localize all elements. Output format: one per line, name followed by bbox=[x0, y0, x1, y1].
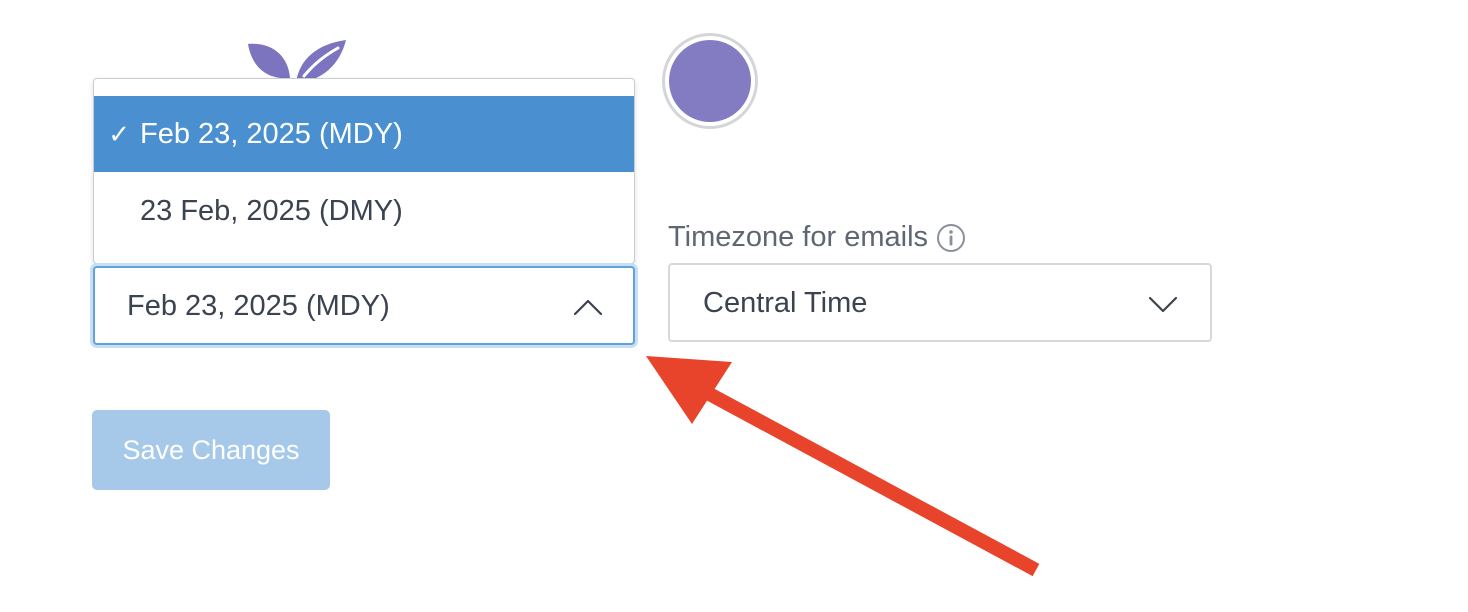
chevron-down-icon bbox=[1148, 296, 1178, 313]
settings-panel: ✓ Feb 23, 2025 (MDY) 23 Feb, 2025 (DMY) … bbox=[0, 0, 1468, 612]
date-format-option-mdy[interactable]: ✓ Feb 23, 2025 (MDY) bbox=[94, 96, 634, 172]
date-format-select[interactable]: Feb 23, 2025 (MDY) bbox=[93, 266, 635, 345]
date-format-option-label: 23 Feb, 2025 (DMY) bbox=[140, 194, 403, 227]
timezone-label: Timezone for emails bbox=[668, 221, 966, 254]
date-format-menu: ✓ Feb 23, 2025 (MDY) 23 Feb, 2025 (DMY) bbox=[93, 78, 635, 264]
chevron-up-icon bbox=[573, 299, 603, 316]
date-format-option-label: Feb 23, 2025 (MDY) bbox=[140, 117, 403, 150]
checkmark-icon: ✓ bbox=[108, 118, 130, 149]
red-arrow-annotation bbox=[646, 356, 1040, 577]
timezone-label-text: Timezone for emails bbox=[668, 221, 929, 253]
info-icon[interactable] bbox=[936, 223, 966, 253]
date-format-option-dmy[interactable]: 23 Feb, 2025 (DMY) bbox=[94, 173, 634, 249]
save-changes-button[interactable]: Save Changes bbox=[92, 410, 330, 490]
timezone-select[interactable]: Central Time bbox=[668, 263, 1212, 342]
timezone-value: Central Time bbox=[703, 287, 868, 319]
date-format-value: Feb 23, 2025 (MDY) bbox=[127, 290, 390, 322]
avatar-image bbox=[669, 40, 751, 122]
avatar[interactable] bbox=[662, 33, 758, 129]
